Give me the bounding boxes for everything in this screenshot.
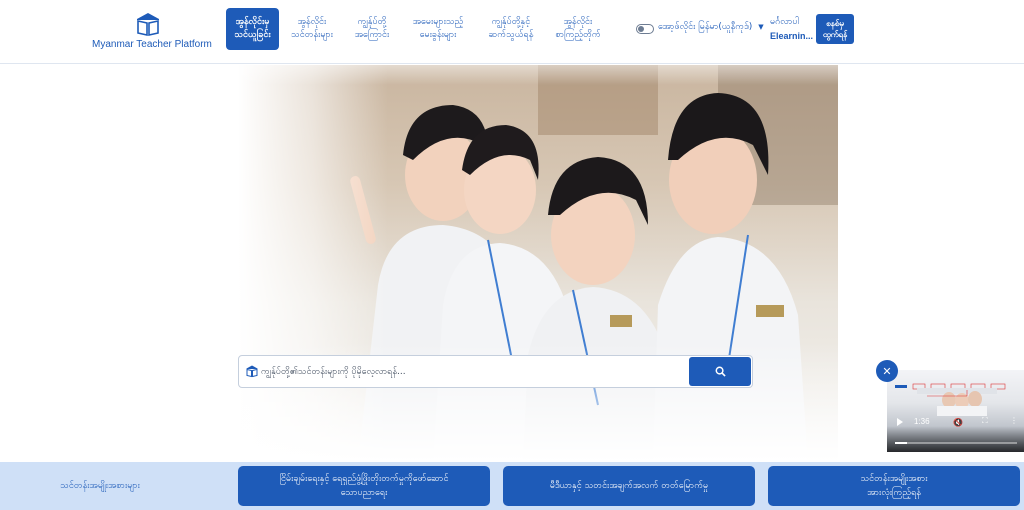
brand-name: Myanmar Teacher Platform: [92, 39, 212, 50]
video-time: 1:36: [914, 417, 930, 426]
book-icon: [246, 365, 258, 378]
category-label: ငြိမ်းချမ်းရေးနှင့် ရေရှည်ဖွံ့ဖြိုးတိုးတ…: [279, 474, 449, 498]
search-icon: [715, 366, 726, 377]
category-media-literacy-button[interactable]: မီဒီယာနှင့် သတင်းအချက်အလက် တတ်မြောက်မှု: [503, 466, 755, 506]
account-menu[interactable]: မင်္ဂလာပါ Elearnin...▼: [770, 15, 823, 45]
categories-label: သင်တန်းအမျိုးအစားများ: [60, 481, 140, 491]
offline-toggle[interactable]: [636, 24, 654, 34]
fullscreen-icon[interactable]: ⛶: [982, 416, 988, 426]
nav-label: အွန်လိုင်းမှ သင်ယူခြင်း: [234, 17, 271, 40]
hero-photo: [238, 65, 838, 462]
search-button[interactable]: [689, 357, 751, 386]
view-all-categories-button[interactable]: သင်တန်းအမျိုးအစား အားလုံးကြည့်ရန်: [768, 466, 1020, 506]
nav-online-courses[interactable]: အွန်လိုင်း သင်တန်းများ: [284, 8, 340, 50]
course-search-bar: [238, 355, 753, 388]
book-icon: [137, 13, 159, 36]
nav-label: အွန်လိုင်း စာကြည့်တိုက်: [555, 17, 601, 40]
category-label: သင်တန်းအမျိုးအစား အားလုံးကြည့်ရန်: [860, 474, 928, 498]
nav-label: အမေးများသည့် မေးခွန်းများ: [412, 17, 464, 40]
nav-faq[interactable]: အမေးများသည့် မေးခွန်းများ: [404, 8, 472, 50]
nav-label: အွန်လိုင်း သင်တန်းများ: [291, 17, 333, 40]
video-progress[interactable]: [895, 442, 1017, 444]
close-icon[interactable]: ✕: [876, 360, 898, 382]
course-categories-bar: သင်တန်းအမျိုးအစားများ ငြိမ်းချမ်းရေးနှင့…: [0, 462, 1024, 510]
username: Elearnin...: [770, 31, 814, 41]
nav-about-us[interactable]: ကျွန်ုပ်တို့ အကြောင်း: [346, 8, 398, 50]
hero-section: [0, 65, 1024, 462]
more-options-icon[interactable]: ⋮: [1010, 416, 1018, 425]
logout-label: စနစ်မှ ထွက်ရန်: [822, 19, 848, 39]
greeting-text: မင်္ဂလာပါ: [770, 17, 800, 27]
category-peace-education-button[interactable]: ငြိမ်းချမ်းရေးနှင့် ရေရှည်ဖွံ့ဖြိုးတိုးတ…: [238, 466, 490, 506]
floating-video-player[interactable]: 1:36: [887, 370, 1024, 452]
nav-online-library[interactable]: အွန်လိုင်း စာကြည့်တိုက်: [550, 8, 606, 50]
top-header: Myanmar Teacher Platform အွန်လိုင်းမှ သင…: [0, 0, 1024, 64]
language-selector[interactable]: အော့ဖ်လိုင်း မြန်မာ(ယူနီကုဒ်) ▼: [658, 21, 764, 34]
category-label: မီဒီယာနှင့် သတင်းအချက်အလက် တတ်မြောက်မှု: [549, 481, 709, 491]
search-input[interactable]: [261, 360, 701, 384]
nav-label: ကျွန်ုပ်တို့နှင့် ဆက်သွယ်ရန်: [488, 17, 534, 40]
volume-icon[interactable]: 🔇: [953, 418, 963, 427]
offline-label: အော့ဖ်လိုင်း: [658, 22, 696, 32]
nav-contact-us[interactable]: ကျွန်ုပ်တို့နှင့် ဆက်သွယ်ရန်: [478, 8, 544, 50]
nav-label: ကျွန်ုပ်တို့ အကြောင်း: [354, 17, 390, 40]
logout-button[interactable]: စနစ်မှ ထွက်ရန်: [816, 14, 854, 44]
language-label: မြန်မာ(ယူနီကုဒ်): [698, 22, 753, 32]
brand-logo[interactable]: Myanmar Teacher Platform: [92, 10, 212, 56]
nav-online-learning[interactable]: အွန်လိုင်းမှ သင်ယူခြင်း: [226, 8, 279, 50]
chevron-down-icon: ▼: [758, 23, 764, 31]
video-thumbnail-nav: [891, 376, 1021, 390]
video-thumbnail-image: [917, 388, 997, 416]
play-icon[interactable]: [897, 418, 903, 426]
